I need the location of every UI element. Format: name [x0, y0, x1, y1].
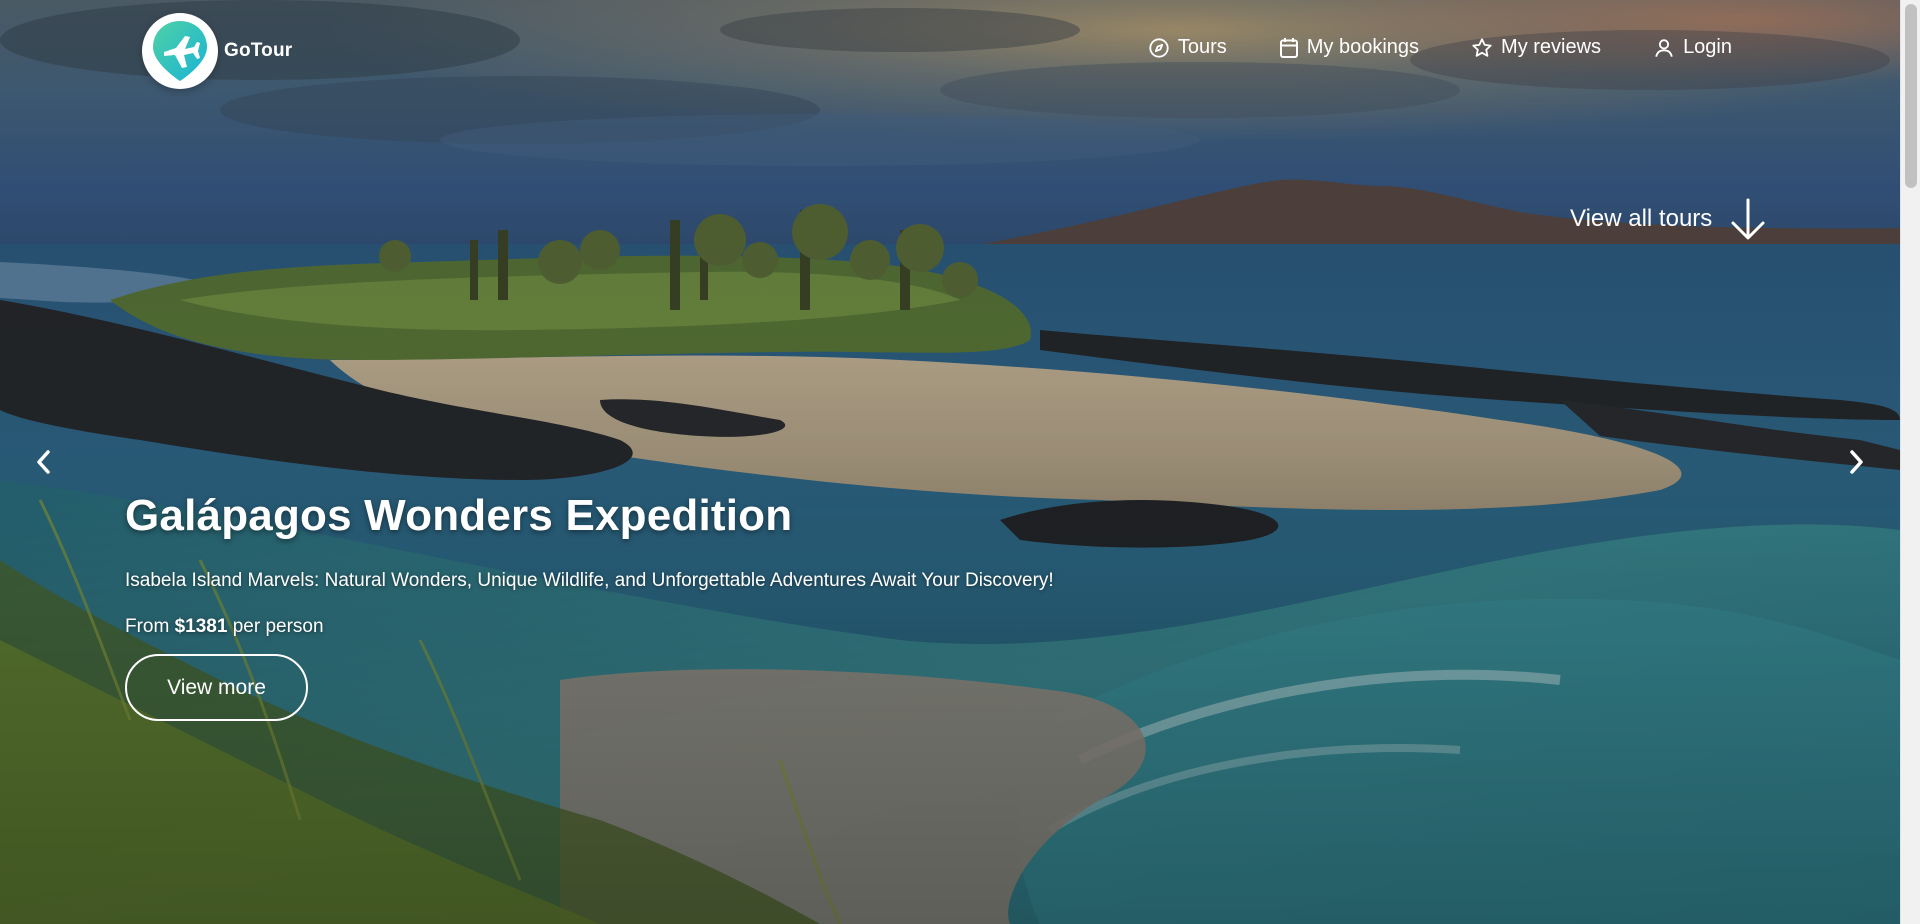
scrollbar-thumb[interactable]: [1905, 4, 1917, 188]
nav-my-bookings[interactable]: My bookings: [1279, 36, 1419, 59]
nav-tours[interactable]: Tours: [1148, 36, 1227, 59]
nav-my-bookings-label: My bookings: [1306, 36, 1420, 58]
star-icon: [1472, 37, 1492, 57]
brand-logo-link[interactable]: GoTour: [142, 13, 292, 89]
logo: [142, 13, 218, 89]
nav-tours-label: Tours: [1177, 36, 1227, 58]
brand-name: GoTour: [224, 40, 293, 61]
price-suffix: per person: [232, 616, 324, 637]
nav-my-reviews-label: My reviews: [1501, 36, 1602, 58]
view-all-tours-link[interactable]: View all tours: [1570, 197, 1768, 241]
price-prefix: From: [125, 616, 170, 637]
page: GoTour Tours My bookings My reviews Logi…: [0, 0, 1900, 924]
chevron-left-icon: [37, 450, 50, 474]
calendar-icon: [1279, 37, 1298, 58]
site-header: GoTour Tours My bookings My reviews Logi…: [0, 0, 1900, 104]
main-nav: Tours My bookings My reviews Login: [1148, 36, 1732, 59]
hero-content: Galápagos Wonders Expedition Isabela Isl…: [125, 488, 1054, 721]
carousel-prev-button[interactable]: [26, 444, 62, 480]
nav-login-label: Login: [1683, 36, 1732, 58]
page-scrollbar[interactable]: [1900, 0, 1920, 924]
nav-login[interactable]: Login: [1653, 36, 1732, 59]
nav-my-reviews[interactable]: My reviews: [1471, 36, 1601, 59]
hero-title: Galápagos Wonders Expedition: [125, 491, 793, 540]
carousel-next-button[interactable]: [1838, 444, 1874, 480]
airplane-icon: [153, 21, 207, 81]
user-icon: [1655, 38, 1673, 57]
hero-background-image: [0, 0, 1900, 924]
arrow-down-icon: [1731, 198, 1765, 240]
chevron-right-icon: [1850, 450, 1863, 474]
price-value: $1381: [174, 616, 228, 637]
hero-price: From $1381 per person: [125, 614, 1054, 640]
compass-icon: [1149, 37, 1169, 58]
hero-subtitle: Isabela Island Marvels: Natural Wonders,…: [125, 570, 1054, 591]
view-more-button[interactable]: View more: [125, 654, 308, 721]
view-all-tours-label: View all tours: [1570, 205, 1713, 232]
